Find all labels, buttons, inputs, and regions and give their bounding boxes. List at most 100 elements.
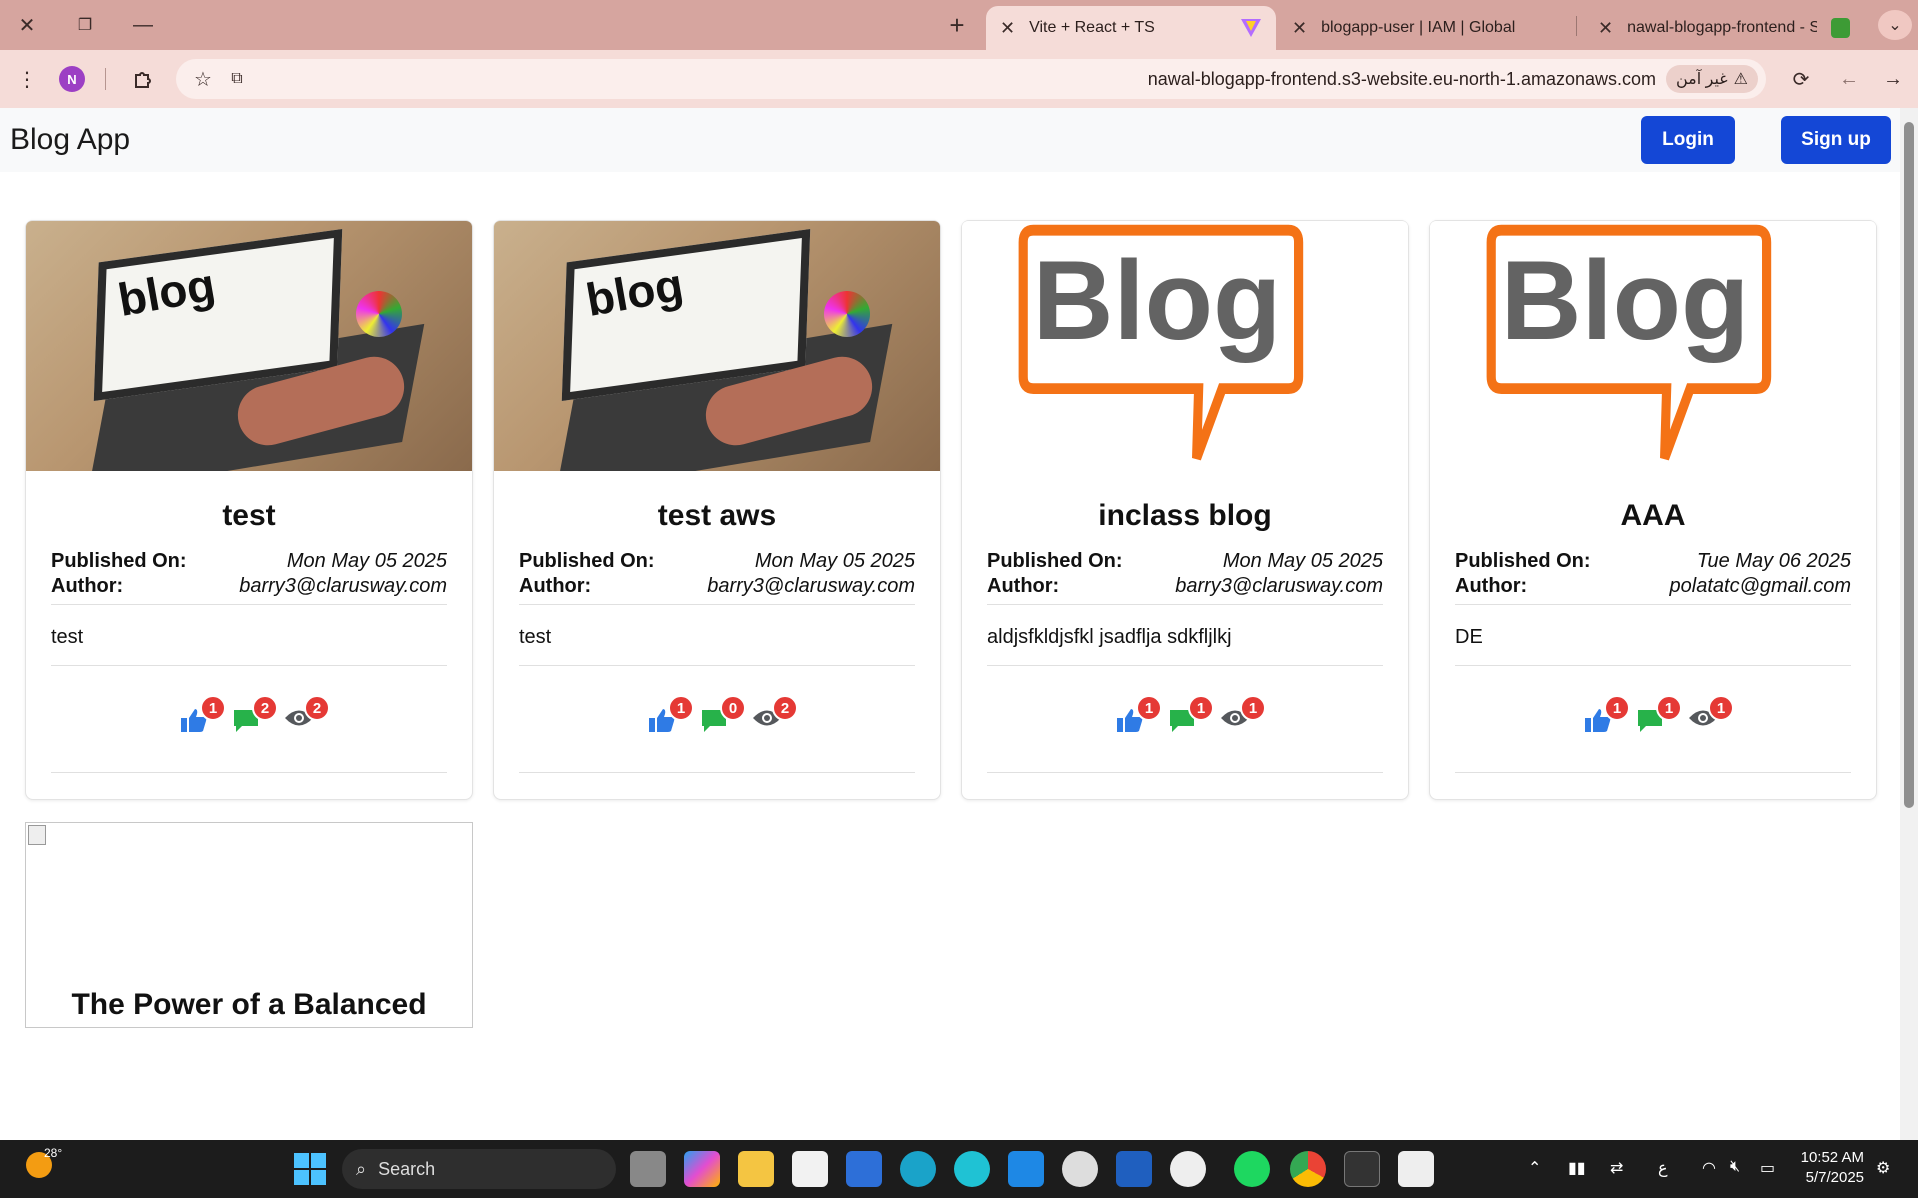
windows-start-icon[interactable] xyxy=(294,1153,326,1185)
reload-icon[interactable]: ⟳ xyxy=(1786,64,1816,94)
comment-stat[interactable]: 1 xyxy=(1636,695,1682,735)
s3-icon xyxy=(1831,18,1850,38)
file-explorer-icon[interactable] xyxy=(738,1151,774,1187)
post-card[interactable]: blog test Published On: Mon May 05 2025 … xyxy=(25,220,473,800)
comment-stat[interactable]: 0 xyxy=(700,695,746,735)
divider xyxy=(51,604,447,605)
post-title[interactable]: inclass blog xyxy=(962,499,1408,533)
taskbar-clock[interactable]: 10:52 AM 5/7/2025 xyxy=(1801,1148,1864,1188)
page-scrollbar[interactable] xyxy=(1900,108,1918,1140)
tray-chevron-icon[interactable]: ⌃ xyxy=(1528,1158,1541,1178)
extensions-icon[interactable] xyxy=(128,64,158,94)
post-card[interactable]: Blog AAA Published On: Tue May 06 2025 A… xyxy=(1429,220,1877,800)
close-tab-icon[interactable]: ✕ xyxy=(1000,18,1015,39)
edge-icon[interactable] xyxy=(900,1151,936,1187)
author-email: polatatc@gmail.com xyxy=(1669,575,1851,597)
post-content: aldjsfkldjsfkl jsadflja sdkfljlkj xyxy=(987,626,1232,648)
battery-icon[interactable]: ▭ xyxy=(1760,1158,1775,1178)
clock-app-icon[interactable] xyxy=(1062,1151,1098,1187)
like-stat[interactable]: 1 xyxy=(1116,695,1162,735)
bookmark-star-icon[interactable]: ☆ xyxy=(188,64,218,94)
language-indicator[interactable]: ع xyxy=(1658,1158,1668,1178)
vscode-icon[interactable] xyxy=(1008,1151,1044,1187)
published-label: Published On: xyxy=(519,550,655,572)
scrollbar-thumb[interactable] xyxy=(1904,122,1914,808)
divider xyxy=(519,665,915,666)
comment-stat[interactable]: 2 xyxy=(232,695,278,735)
post-stats: 1 1 1 xyxy=(962,695,1408,735)
view-stat: 2 xyxy=(284,695,330,735)
search-icon: ⌕ xyxy=(356,1158,367,1179)
post-title: The Power of a Balanced xyxy=(71,988,427,1021)
tray-app-icon[interactable]: ▮▮ xyxy=(1568,1158,1586,1178)
store-icon[interactable] xyxy=(792,1151,828,1187)
comment-stat[interactable]: 1 xyxy=(1168,695,1214,735)
tab-vite[interactable]: ✕ Vite + React + TS xyxy=(986,6,1276,50)
timer-icon[interactable] xyxy=(1170,1151,1206,1187)
new-tab-icon[interactable]: + xyxy=(940,9,974,41)
broken-image-icon xyxy=(28,825,46,845)
tab-title: nawal-blogapp-frontend - S3 b xyxy=(1627,19,1818,36)
browser-tab-bar: ✕ ❐ — + ✕ Vite + React + TS ✕ blogapp-us… xyxy=(0,0,1918,50)
author-label: Author: xyxy=(987,575,1060,597)
close-tab-icon[interactable]: ✕ xyxy=(1292,18,1307,39)
url-text[interactable]: nawal-blogapp-frontend.s3-website.eu-nor… xyxy=(1148,69,1656,90)
comment-count-badge: 2 xyxy=(252,695,278,721)
terminal-icon[interactable] xyxy=(1344,1151,1380,1187)
close-tab-icon[interactable]: ✕ xyxy=(1598,18,1613,39)
menu-dots-icon[interactable]: ⋮ xyxy=(12,64,42,94)
post-title[interactable]: test xyxy=(26,499,472,533)
view-stat: 2 xyxy=(752,695,798,735)
tab-search-chevron-icon[interactable]: ⌄ xyxy=(1878,10,1912,40)
tab-iam[interactable]: ✕ blogapp-user | IAM | Global xyxy=(1278,6,1538,50)
tray-settings-icon[interactable]: ⇄ xyxy=(1610,1158,1623,1178)
like-stat[interactable]: 1 xyxy=(180,695,226,735)
wifi-icon[interactable]: ◠ xyxy=(1702,1158,1716,1178)
warning-icon: ⚠ xyxy=(1733,71,1748,88)
notification-icon[interactable]: ⚙ xyxy=(1876,1158,1890,1178)
laptop-photo: blog xyxy=(494,221,940,471)
like-stat[interactable]: 1 xyxy=(648,695,694,735)
taskbar-search[interactable]: ⌕ Search xyxy=(342,1149,616,1189)
published-date: Mon May 05 2025 xyxy=(1222,550,1383,572)
like-stat[interactable]: 1 xyxy=(1584,695,1630,735)
laptop-photo: blog xyxy=(26,221,472,471)
post-title[interactable]: test aws xyxy=(494,499,940,533)
translate-icon[interactable]: ⧉ xyxy=(222,64,252,94)
brand-title[interactable]: Blog App xyxy=(10,123,130,157)
profile-avatar[interactable]: N xyxy=(59,66,85,92)
chrome-icon[interactable] xyxy=(1290,1151,1326,1187)
divider xyxy=(987,772,1383,773)
minimize-window-icon[interactable]: — xyxy=(126,10,160,40)
temperature: 28° xyxy=(44,1146,63,1160)
post-card[interactable]: Blog inclass blog Published On: Mon May … xyxy=(961,220,1409,800)
tab-s3[interactable]: ✕ nawal-blogapp-frontend - S3 b xyxy=(1584,6,1864,50)
post-card[interactable]: blog test aws Published On: Mon May 05 2… xyxy=(493,220,941,800)
published-label: Published On: xyxy=(51,550,187,572)
vite-icon xyxy=(1241,19,1261,37)
canva-icon[interactable] xyxy=(954,1151,990,1187)
divider xyxy=(51,772,447,773)
blog-logo-image: Blog xyxy=(1430,221,1876,471)
back-icon[interactable]: ← xyxy=(1834,64,1864,94)
forward-icon[interactable]: → xyxy=(1878,64,1908,94)
divider xyxy=(519,604,915,605)
close-window-icon[interactable]: ✕ xyxy=(10,10,44,40)
app-m-icon[interactable] xyxy=(846,1151,882,1187)
address-bar[interactable]: ☆ ⧉ nawal-blogapp-frontend.s3-website.eu… xyxy=(176,59,1766,99)
task-view-icon[interactable] xyxy=(630,1151,666,1187)
snipping-tool-icon[interactable] xyxy=(1398,1151,1434,1187)
view-count-badge: 1 xyxy=(1708,695,1734,721)
volume-muted-icon[interactable]: 🔇︎ xyxy=(1730,1158,1740,1176)
restore-window-icon[interactable]: ❐ xyxy=(68,10,102,40)
word-icon[interactable] xyxy=(1116,1151,1152,1187)
signup-button[interactable]: Sign up xyxy=(1781,116,1891,164)
view-count-badge: 2 xyxy=(304,695,330,721)
login-button[interactable]: Login xyxy=(1641,116,1735,164)
clock-date: 5/7/2025 xyxy=(1805,1169,1864,1186)
post-title[interactable]: AAA xyxy=(1430,499,1876,533)
published-date: Mon May 05 2025 xyxy=(286,550,447,572)
spotify-icon[interactable] xyxy=(1234,1151,1270,1187)
security-chip[interactable]: غير آمن ⚠ xyxy=(1665,65,1758,93)
copilot-icon[interactable] xyxy=(684,1151,720,1187)
